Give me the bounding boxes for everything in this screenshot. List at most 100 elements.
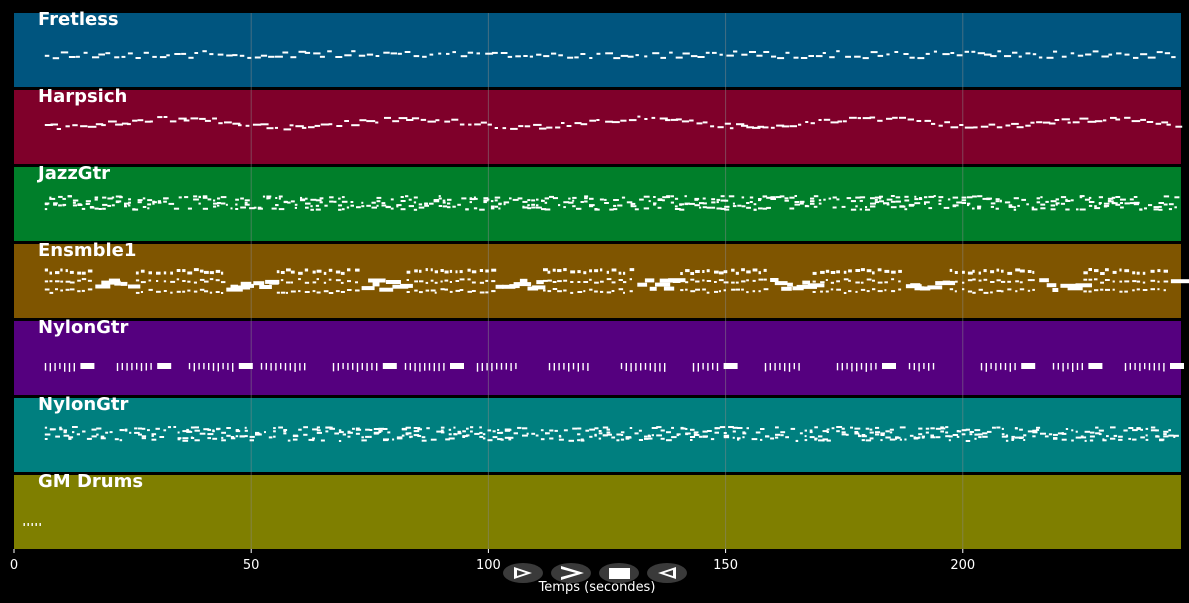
note: [262, 195, 266, 198]
note: [644, 435, 648, 438]
note: [689, 202, 695, 205]
note: [387, 431, 391, 434]
note: [127, 123, 131, 126]
note: [749, 201, 753, 203]
note: [459, 123, 465, 126]
note: [1076, 363, 1079, 370]
note: [971, 50, 976, 53]
note: [305, 206, 309, 209]
note: [653, 196, 656, 198]
note: [72, 431, 75, 434]
note: [531, 203, 536, 206]
note: [854, 55, 861, 58]
note: [732, 202, 735, 205]
track-lane[interactable]: [14, 321, 1181, 395]
stop-button[interactable]: [599, 563, 639, 583]
note: [1088, 268, 1092, 271]
note: [587, 363, 589, 371]
note: [823, 118, 831, 121]
note: [731, 268, 735, 272]
track-lane[interactable]: [14, 167, 1181, 241]
note: [916, 120, 922, 122]
note: [347, 280, 351, 283]
note: [735, 288, 740, 291]
note: [648, 200, 651, 203]
note: [620, 438, 625, 441]
note: [810, 202, 815, 205]
play-button[interactable]: [503, 563, 543, 583]
note: [1052, 363, 1055, 370]
note: [67, 195, 72, 198]
note: [312, 281, 317, 284]
note: [447, 202, 451, 205]
note: [859, 196, 866, 199]
note: [577, 439, 581, 442]
note: [140, 269, 145, 273]
note: [880, 432, 885, 435]
note: [825, 290, 829, 293]
note: [858, 434, 861, 437]
note: [714, 281, 717, 283]
note: [132, 119, 138, 122]
note: [222, 363, 224, 370]
note: [789, 196, 795, 199]
note: [467, 278, 471, 281]
note: [246, 283, 254, 288]
note: [255, 433, 260, 436]
note: [286, 281, 291, 284]
note: [1098, 202, 1102, 204]
note: [65, 125, 70, 128]
note: [260, 123, 269, 126]
note: [159, 436, 165, 438]
note: [589, 197, 594, 200]
note: [618, 288, 624, 291]
track-lane[interactable]: [14, 475, 1181, 549]
note: [216, 427, 221, 430]
note: [1124, 269, 1130, 273]
note: [627, 55, 634, 58]
note: [620, 119, 627, 122]
note: [355, 281, 358, 284]
note: [476, 52, 480, 55]
note: [199, 432, 206, 435]
note: [81, 271, 86, 275]
note: [202, 195, 208, 198]
note: [892, 116, 898, 119]
rewind-button[interactable]: [647, 563, 687, 583]
note: [1163, 430, 1169, 433]
note: [527, 204, 530, 207]
note: [254, 56, 261, 59]
note: [620, 431, 625, 434]
note: [109, 431, 113, 434]
track-lane[interactable]: [14, 90, 1181, 164]
note: [1013, 208, 1017, 211]
note: [784, 363, 786, 372]
note: [841, 205, 846, 208]
note: [818, 435, 823, 438]
note: [361, 363, 363, 370]
track-lane[interactable]: [14, 13, 1181, 87]
track-name: JazzGtr: [36, 163, 110, 184]
note: [882, 363, 896, 369]
note: [485, 279, 489, 282]
note: [623, 281, 627, 284]
note: [341, 196, 345, 199]
fast-forward-button[interactable]: [551, 563, 591, 583]
note: [1098, 429, 1104, 432]
note: [584, 197, 588, 200]
note: [945, 426, 949, 429]
note: [972, 291, 976, 294]
note: [563, 268, 567, 272]
note: [716, 363, 719, 371]
note: [400, 200, 406, 202]
note: [119, 429, 123, 431]
note: [1072, 121, 1080, 124]
note: [732, 430, 736, 433]
note: [413, 430, 420, 433]
note: [1075, 436, 1081, 439]
note: [577, 281, 581, 283]
note: [44, 54, 50, 57]
note: [798, 363, 800, 371]
note: [479, 435, 484, 438]
note: [869, 428, 873, 431]
